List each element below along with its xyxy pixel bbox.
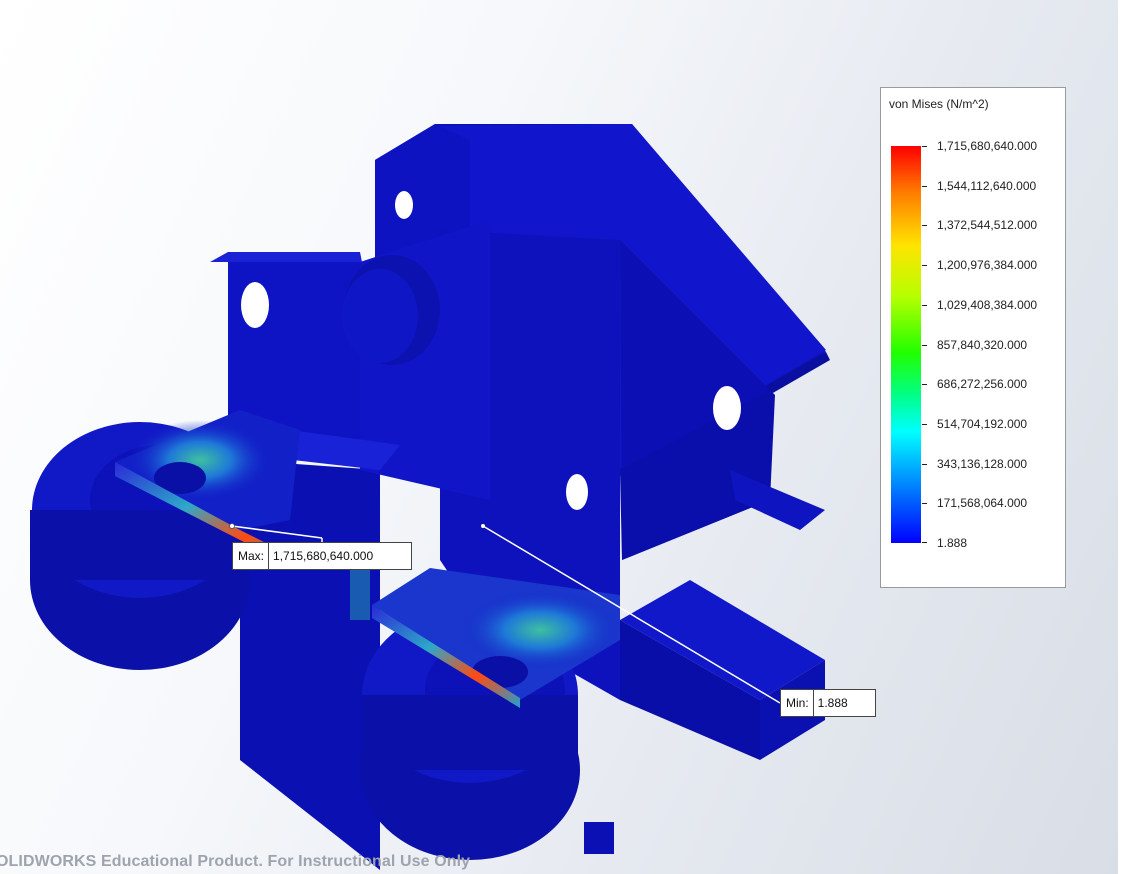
max-callout-label: Max: <box>233 543 270 569</box>
legend-tick <box>922 225 927 227</box>
legend-tick <box>922 503 927 505</box>
min-callout[interactable]: Min: 1.888 <box>780 689 876 717</box>
legend-tick-label: 1,715,680,640.000 <box>937 139 1038 153</box>
bracket-body <box>30 124 830 870</box>
max-callout-value: 1,715,680,640.000 <box>273 549 374 563</box>
legend-tick <box>922 146 927 147</box>
legend-tick <box>922 265 927 267</box>
legend-tick-label: 171,568,064.000 <box>937 496 1028 511</box>
window-edge <box>1118 0 1124 874</box>
legend-tick-label: 857,840,320.000 <box>937 337 1028 352</box>
legend-tick <box>922 463 927 465</box>
legend-tick-label: 1,544,112,640.000 <box>937 178 1037 193</box>
legend-tick <box>922 304 927 306</box>
legend-tick <box>922 423 927 425</box>
graphics-viewport[interactable]: Max: 1,715,680,640.000 Min: 1.888 von Mi… <box>0 0 1118 874</box>
max-callout[interactable]: Max: 1,715,680,640.000 <box>232 542 412 570</box>
legend-tick-label: 1,200,976,384.000 <box>937 258 1038 273</box>
watermark: OLIDWORKS Educational Product. For Instr… <box>0 853 471 870</box>
legend-tick <box>922 384 927 386</box>
stress-legend[interactable]: von Mises (N/m^2) 1,715,680,640.000 1,544… <box>880 87 1066 588</box>
legend-title: von Mises (N/m^2) <box>889 97 989 111</box>
legend-tick-label: 1,029,408,384.000 <box>937 297 1038 312</box>
legend-tick <box>922 344 927 346</box>
legend-tick <box>922 542 927 543</box>
legend-tick-label: 1,372,544,512.000 <box>937 218 1038 233</box>
legend-tick-label: 514,704,192.000 <box>937 416 1028 431</box>
min-marker <box>481 524 485 528</box>
min-callout-label: Min: <box>781 690 814 716</box>
legend-tick-label: 686,272,256.000 <box>937 377 1028 392</box>
legend-tick-label: 343,136,128.000 <box>937 456 1028 471</box>
min-callout-value: 1.888 <box>817 696 848 710</box>
legend-tick <box>922 185 927 187</box>
legend-tick-label: 1.888 <box>937 536 968 550</box>
legend-colorbar <box>891 146 921 543</box>
max-marker <box>229 523 235 529</box>
